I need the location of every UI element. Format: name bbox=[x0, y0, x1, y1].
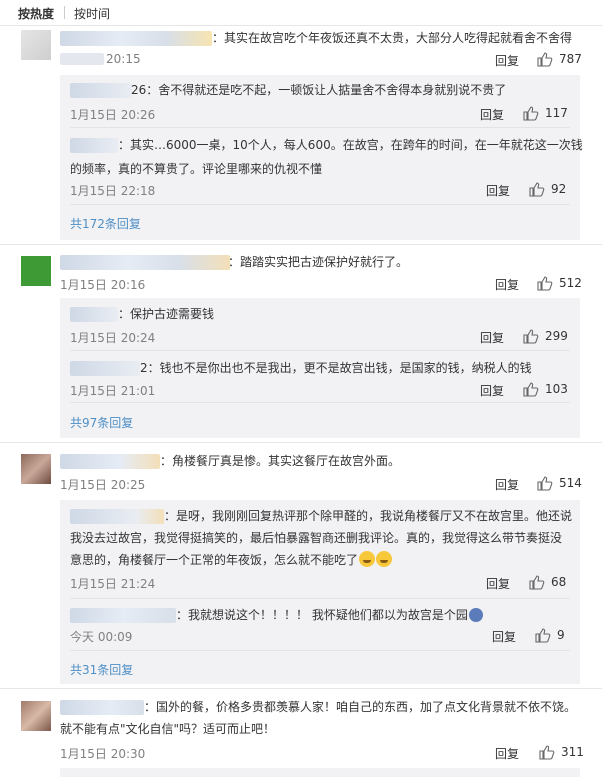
reply-text-line-1: ：是呀，我刚刚回复热评那个除甲醛的，我说角楼餐厅又不在故宫里。他还说 bbox=[164, 509, 573, 523]
comment-text: ：其实在故宫吃个年夜饭还真不太贵，大部分人吃得起就看舍不舍得 bbox=[212, 31, 573, 45]
comment-time: 1月15日 20:16 bbox=[60, 278, 146, 292]
username-blurred[interactable] bbox=[70, 83, 132, 98]
reply-text: 26：舍不得就还是吃不起，一顿饭让人掂量舍不舍得本身就别说不贵了 bbox=[131, 83, 507, 97]
username-blurred[interactable] bbox=[60, 700, 144, 715]
comment-text-line-2: 就不能有点"文化自信"吗？适可而止吧！ bbox=[60, 722, 276, 736]
username-blurred[interactable] bbox=[70, 307, 118, 322]
reply-text-line-1: ：其实…6000一桌，10个人，每人600。在故宫，在跨年的时间，在一年就花这一… bbox=[118, 138, 583, 152]
divider bbox=[70, 127, 570, 128]
reply-time: 今天 00:09 bbox=[70, 630, 133, 644]
avatar[interactable] bbox=[21, 30, 51, 60]
thumbs-up-icon bbox=[523, 329, 539, 344]
sort-separator bbox=[64, 6, 65, 19]
reply-text-wrap: ：我就想说这个！！！！ 我怀疑他们都以为故宫是个园 bbox=[176, 604, 483, 626]
username-blurred[interactable] bbox=[70, 608, 176, 623]
like-count: 311 bbox=[561, 745, 584, 759]
reply-time: 1月15日 20:24 bbox=[70, 331, 156, 345]
comment-text: ：角楼餐厅真是惨。其实这餐厅在故宫外面。 bbox=[160, 454, 401, 468]
like-count: 514 bbox=[559, 476, 582, 490]
like-count: 9 bbox=[557, 628, 565, 642]
reply-button[interactable]: 回复 bbox=[495, 476, 519, 493]
reply-list: 26：舍不得就还是吃不起，一顿饭让人掂量舍不舍得本身就别说不贵了 1月15日 2… bbox=[60, 75, 583, 240]
divider bbox=[70, 204, 570, 205]
comment-text-line-1: ：国外的餐，价格多贵都羡慕人家！咱自己的东西，加了点文化背景就不依不饶。 bbox=[144, 700, 577, 714]
comment-time: 1月15日 20:25 bbox=[60, 478, 146, 492]
sort-by-time[interactable]: 按时间 bbox=[74, 5, 110, 22]
avatar[interactable] bbox=[21, 454, 51, 484]
comment-time: 20:15 bbox=[106, 52, 141, 66]
reply-button[interactable]: 回复 bbox=[486, 575, 510, 592]
reply-button[interactable]: 回复 bbox=[492, 628, 516, 645]
reply-button[interactable]: 回复 bbox=[480, 382, 504, 399]
divider bbox=[70, 402, 570, 403]
sort-by-hot[interactable]: 按热度 bbox=[18, 5, 54, 22]
reply-list: ：是呀，我刚刚回复热评那个除甲醛的，我说角楼餐厅又不在故宫里。他还说 我没去过故… bbox=[60, 500, 580, 684]
reply-list bbox=[60, 768, 580, 777]
avatar[interactable] bbox=[21, 701, 51, 731]
reply-time: 1月15日 21:24 bbox=[70, 577, 156, 591]
thumbs-up-icon bbox=[523, 106, 539, 121]
thumbs-up-icon bbox=[523, 382, 539, 397]
reply-button[interactable]: 回复 bbox=[495, 745, 519, 762]
username-blurred[interactable] bbox=[60, 31, 212, 46]
thumbs-up-icon bbox=[537, 276, 553, 291]
reply-text-line-2: 我没去过故宫，我觉得挺搞笑的，最后怕暴露智商还删我评论。真的，我觉得这么带节奏挺… bbox=[70, 531, 563, 545]
reply-text: 2：钱也不是你出也不是我出，更不是故宫出钱，是国家的钱，纳税人的钱 bbox=[140, 361, 532, 375]
reply-button[interactable]: 回复 bbox=[486, 182, 510, 199]
thumbs-up-icon bbox=[529, 182, 545, 197]
reply-time: 1月15日 21:01 bbox=[70, 384, 156, 398]
divider bbox=[70, 598, 570, 599]
divider bbox=[70, 350, 570, 351]
time-blurred bbox=[60, 53, 104, 65]
reply-text-line-2: 的频率，真的不算贵了。评论里哪来的仇视不懂 bbox=[70, 162, 323, 176]
username-blurred[interactable] bbox=[70, 361, 140, 376]
more-replies-link[interactable]: 共31条回复 bbox=[70, 661, 133, 678]
reply-button[interactable]: 回复 bbox=[480, 106, 504, 123]
like-count: 117 bbox=[545, 106, 568, 120]
reply-button[interactable]: 回复 bbox=[495, 52, 519, 69]
reply-text-line-3: 意思的，角楼餐厅一个正常的年夜饭，怎么就不能吃了 bbox=[70, 549, 393, 571]
like-count: 68 bbox=[551, 575, 567, 589]
comment-time: 1月15日 20:30 bbox=[60, 747, 146, 761]
thumbs-up-icon bbox=[529, 575, 545, 590]
reply-button[interactable]: 回复 bbox=[495, 276, 519, 293]
reply-list: ：保护古迹需要钱 1月15日 20:24 回复 299 2：钱也不是你出也不是我… bbox=[60, 298, 580, 438]
divider bbox=[70, 650, 570, 651]
comment-text: ：踏踏实实把古迹保护好就行了。 bbox=[228, 255, 409, 269]
reply-text-line-3-text: 意思的，角楼餐厅一个正常的年夜饭，怎么就不能吃了 bbox=[70, 553, 359, 567]
username-blurred[interactable] bbox=[60, 255, 230, 270]
username-blurred[interactable] bbox=[70, 138, 118, 153]
username-blurred[interactable] bbox=[60, 454, 160, 469]
like-count: 299 bbox=[545, 329, 568, 343]
more-replies-link[interactable]: 共172条回复 bbox=[70, 215, 141, 232]
sort-bar: 按热度 按时间 bbox=[0, 0, 602, 26]
like-count: 92 bbox=[551, 182, 567, 196]
reply-time: 1月15日 20:26 bbox=[70, 108, 156, 122]
username-blurred[interactable] bbox=[70, 509, 164, 524]
laugh-cry-emoji bbox=[359, 551, 376, 567]
globe-emoji bbox=[468, 608, 483, 622]
reply-text: ：我就想说这个！！！！ 我怀疑他们都以为故宫是个园 bbox=[176, 608, 468, 622]
comment-separator bbox=[0, 244, 602, 245]
more-replies-link[interactable]: 共97条回复 bbox=[70, 414, 133, 431]
comment-separator bbox=[0, 688, 602, 689]
like-count: 787 bbox=[559, 52, 582, 66]
reply-text: ：保护古迹需要钱 bbox=[118, 307, 215, 321]
thumbs-up-icon bbox=[537, 476, 553, 491]
reply-button[interactable]: 回复 bbox=[480, 329, 504, 346]
thumbs-up-icon bbox=[537, 52, 553, 67]
comment-separator bbox=[0, 442, 602, 443]
reply-time: 1月15日 22:18 bbox=[70, 184, 156, 198]
thumbs-up-icon bbox=[539, 745, 555, 760]
laugh-cry-emoji bbox=[376, 551, 393, 567]
thumbs-up-icon bbox=[535, 628, 551, 643]
avatar[interactable] bbox=[21, 256, 51, 286]
like-count: 103 bbox=[545, 382, 568, 396]
like-count: 512 bbox=[559, 276, 582, 290]
